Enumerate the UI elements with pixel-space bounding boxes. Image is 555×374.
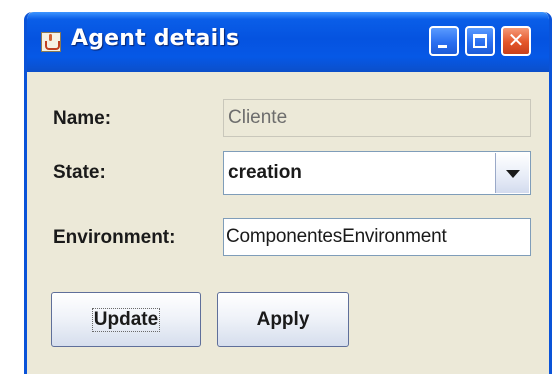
chevron-down-icon: [506, 170, 520, 178]
state-label: State:: [53, 162, 106, 183]
apply-button[interactable]: Apply: [217, 292, 349, 347]
minimize-button[interactable]: [429, 26, 459, 56]
agent-details-window: Agent details ✕ Name: Cliente State: cre…: [24, 12, 552, 374]
environment-field[interactable]: ComponentesEnvironment: [223, 218, 531, 256]
update-button[interactable]: Update: [51, 292, 201, 347]
state-combobox[interactable]: creation: [223, 151, 531, 195]
maximize-button[interactable]: [465, 26, 495, 56]
name-label: Name:: [53, 108, 112, 129]
close-button[interactable]: ✕: [501, 26, 531, 56]
environment-label: Environment:: [53, 227, 176, 248]
update-button-label: Update: [91, 308, 161, 332]
close-icon: ✕: [507, 28, 525, 52]
minimize-icon: [438, 45, 447, 48]
state-selected-value: creation: [228, 162, 302, 183]
state-dropdown-button[interactable]: [495, 153, 529, 193]
title-bar[interactable]: Agent details ✕: [27, 12, 549, 72]
java-cup-icon: [41, 32, 61, 52]
name-field: Cliente: [223, 99, 531, 137]
window-title: Agent details: [71, 26, 240, 51]
maximize-icon: [473, 34, 487, 48]
